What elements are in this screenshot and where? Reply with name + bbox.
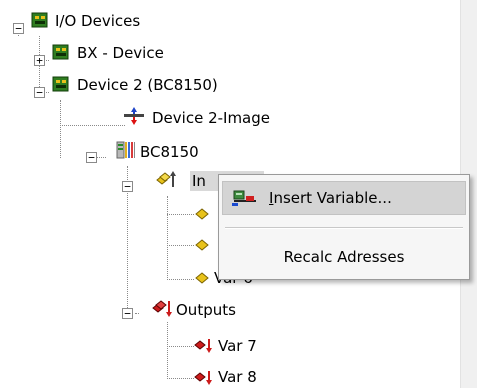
menu-item-label: Recalc Adresses — [283, 248, 405, 266]
input-variable-icon — [195, 208, 209, 220]
menu-item-label: Insert Variable... — [269, 182, 392, 214]
tree-connector — [96, 157, 106, 158]
tree-connector — [167, 214, 194, 215]
output-variable-icon — [194, 371, 212, 385]
menu-separator — [225, 227, 463, 229]
collapse-toggle[interactable]: − — [122, 181, 133, 192]
tree-node-bx-device[interactable]: BX - Device — [77, 43, 164, 63]
input-variable-icon — [195, 239, 209, 251]
tree-node-var-7[interactable]: Var 7 — [218, 336, 257, 356]
output-variables-icon — [152, 300, 172, 317]
menu-item-insert-variable[interactable]: Insert Variable... — [222, 181, 466, 215]
context-menu: Insert Variable... Recalc Adresses — [218, 174, 470, 280]
insert-variable-icon — [232, 190, 256, 206]
menu-item-label-rest: nsert Variable... — [273, 189, 392, 207]
tree-connector — [60, 125, 125, 126]
tree-connector — [167, 196, 168, 280]
tree-connector — [60, 100, 61, 158]
tree-node-io-devices[interactable]: I/O Devices — [55, 11, 140, 31]
tree-connector — [167, 346, 194, 347]
tree-node-outputs[interactable]: Outputs — [176, 300, 236, 320]
tree-connector — [167, 378, 194, 379]
tree-node-device-2-image[interactable]: Device 2-Image — [152, 108, 270, 128]
io-device-icon — [52, 44, 69, 60]
collapse-toggle[interactable]: − — [122, 308, 133, 319]
menu-item-recalc-adresses[interactable]: Recalc Adresses — [222, 241, 466, 275]
collapse-toggle[interactable]: − — [34, 87, 45, 98]
tree-node-bc8150[interactable]: BC8150 — [140, 142, 199, 162]
tree-connector — [167, 279, 194, 280]
tree-node-var-8[interactable]: Var 8 — [218, 367, 257, 387]
collapse-toggle[interactable]: − — [86, 152, 97, 163]
input-variable-icon — [195, 272, 209, 284]
input-variables-icon — [156, 171, 176, 187]
tree-node-device-2[interactable]: Device 2 (BC8150) — [77, 75, 218, 95]
bus-coupler-icon — [116, 141, 135, 159]
io-device-icon — [31, 12, 48, 28]
expand-toggle[interactable]: + — [34, 55, 45, 66]
tree-connector — [167, 322, 168, 379]
io-device-icon — [52, 76, 69, 92]
output-variable-icon — [194, 339, 212, 353]
collapse-toggle[interactable]: − — [13, 23, 24, 34]
tree-connector — [135, 313, 139, 314]
process-image-icon — [124, 107, 144, 125]
tree-connector — [167, 245, 194, 246]
